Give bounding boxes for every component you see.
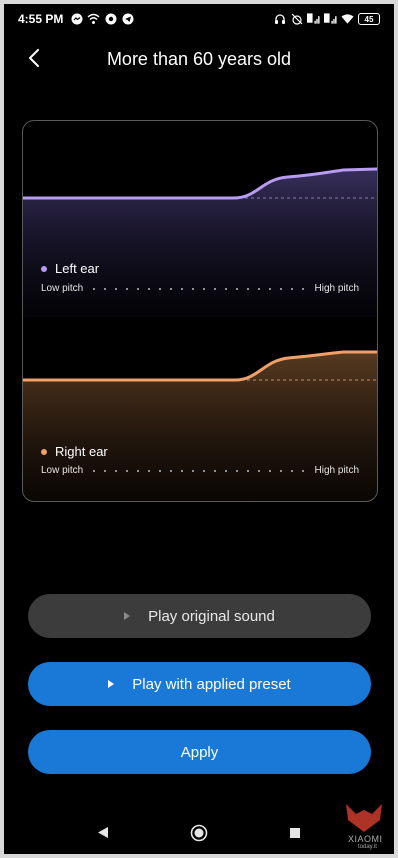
- telegram-icon: [121, 13, 134, 26]
- watermark-site: today.it: [358, 844, 377, 850]
- wifi-call-icon: [87, 13, 100, 26]
- wifi-icon: [341, 13, 354, 26]
- left-ear-area: [23, 169, 377, 317]
- left-ear-legend: Left ear: [41, 261, 99, 276]
- status-bar: 4:55 PM 45: [4, 6, 394, 32]
- hearing-curve-card: Left ear Low pitch High pitch Right ear …: [22, 120, 378, 502]
- signal-icon: [324, 13, 337, 26]
- right-ear-area: [23, 352, 377, 501]
- header: More than 60 years old: [4, 40, 394, 80]
- left-low-pitch-label: Low pitch: [41, 283, 84, 294]
- square-recents-icon: [289, 826, 301, 844]
- nav-home-button[interactable]: [187, 823, 211, 847]
- right-ear-dot: [41, 448, 47, 455]
- right-ear-legend: Right ear: [41, 444, 108, 459]
- nav-back-button[interactable]: [91, 823, 115, 847]
- headphones-icon: [273, 13, 286, 26]
- signal-icon: [307, 13, 320, 26]
- right-high-pitch-label: High pitch: [314, 465, 359, 476]
- nav-recents-button[interactable]: [283, 823, 307, 847]
- watermark-brand: XIAOMI: [348, 834, 383, 844]
- right-ear-pitch-axis: Low pitch High pitch: [41, 465, 359, 476]
- right-pitch-dots: [93, 469, 305, 472]
- apply-label: Apply: [180, 743, 219, 761]
- fox-logo-icon: [346, 804, 382, 832]
- right-ear-label: Right ear: [55, 444, 108, 459]
- battery-indicator: 45: [358, 13, 380, 25]
- xiaomitoday-watermark: XIAOMI today.it: [336, 800, 392, 850]
- chrome-icon: [104, 13, 117, 26]
- status-time: 4:55 PM: [18, 12, 64, 26]
- play-original-sound-button[interactable]: Play original sound: [28, 594, 371, 638]
- left-ear-label: Left ear: [55, 261, 100, 276]
- page-title: More than 60 years old: [106, 49, 292, 69]
- circle-home-icon: [190, 824, 208, 847]
- play-icon: [124, 612, 131, 620]
- messenger-icon: [70, 13, 83, 26]
- triangle-back-icon: [97, 826, 109, 844]
- play-with-preset-label: Play with applied preset: [132, 675, 291, 693]
- play-icon: [108, 680, 115, 688]
- apply-button[interactable]: Apply: [28, 730, 371, 774]
- left-ear-pitch-axis: Low pitch High pitch: [41, 283, 359, 294]
- play-original-sound-label: Play original sound: [148, 607, 275, 625]
- left-high-pitch-label: High pitch: [314, 283, 359, 294]
- play-with-preset-button[interactable]: Play with applied preset: [28, 662, 371, 706]
- alarm-off-icon: [290, 13, 303, 26]
- left-pitch-dots: [93, 287, 305, 290]
- left-ear-dot: [41, 265, 47, 272]
- right-low-pitch-label: Low pitch: [41, 465, 84, 476]
